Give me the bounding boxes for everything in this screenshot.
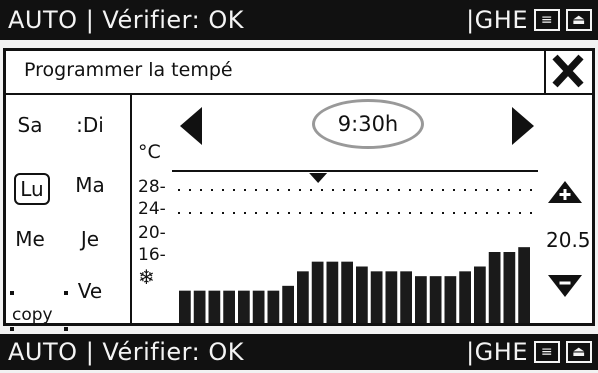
bar-hour-17: [429, 276, 442, 323]
panel-title: Programmer la tempé: [24, 59, 233, 81]
bar-hour-4: [238, 290, 250, 323]
bar-hour-18: [444, 276, 457, 323]
check-label: Vérifier: OK: [102, 6, 244, 34]
menu-icon[interactable]: ≡: [534, 341, 560, 363]
decrease-temp-button[interactable]: [548, 275, 582, 297]
day-me[interactable]: Me: [10, 227, 50, 251]
day-di[interactable]: :Di: [70, 113, 110, 137]
day-selector: Sa :Di Lu Ma Me Je copy Ve: [6, 95, 132, 331]
close-icon: [552, 54, 584, 88]
status-text-bottom: AUTO | Vérifier: OK: [8, 338, 244, 366]
day-sa[interactable]: Sa: [10, 113, 50, 137]
bar-hour-7: [282, 285, 294, 323]
home-icon[interactable]: ⏏: [566, 9, 592, 31]
separator: |: [85, 6, 95, 34]
setpoint-value: 20.5: [546, 228, 591, 252]
plot-svg: [172, 170, 538, 323]
check-label-bottom: Vérifier: OK: [102, 338, 244, 366]
mode-label: AUTO: [8, 6, 78, 34]
status-bar-bottom: AUTO | Vérifier: OK |GHE ≡ ⏏: [0, 334, 598, 370]
day-ve[interactable]: Ve: [70, 279, 110, 303]
bar-hour-8: [297, 271, 309, 323]
ghe-label: |GHE: [466, 6, 528, 34]
bar-hour-23: [518, 247, 530, 323]
time-marker-icon: [309, 173, 328, 183]
bar-hour-14: [385, 271, 398, 323]
copy-button[interactable]: copy: [10, 291, 68, 331]
day-lu[interactable]: Lu: [14, 173, 50, 205]
copy-label: copy: [12, 305, 53, 325]
bar-hour-0: [179, 290, 191, 323]
bar-hour-3: [223, 290, 235, 323]
panel-titlebar: Programmer la tempé: [6, 51, 592, 95]
bar-hour-9: [311, 261, 324, 323]
menu-icon[interactable]: ≡: [534, 9, 560, 31]
bar-hour-16: [415, 276, 427, 323]
close-button[interactable]: [544, 51, 592, 93]
bar-hour-2: [208, 290, 221, 323]
temperature-graph: 9:30h °C 28- 24- 20- 16- ❄ 0 2 4 6 8 10 …: [134, 95, 592, 373]
bar-hour-21: [488, 252, 501, 323]
day-je[interactable]: Je: [70, 227, 110, 251]
bar-hour-10: [326, 261, 339, 323]
status-text: AUTO | Vérifier: OK: [8, 6, 244, 34]
status-right-bottom: |GHE ≡ ⏏: [466, 338, 592, 366]
separator-bottom: |: [85, 338, 95, 366]
schedule-panel: Programmer la tempé Sa :Di Lu Ma Me Je c…: [3, 48, 595, 373]
bar-hour-22: [503, 252, 516, 323]
bar-hour-19: [459, 271, 471, 323]
mode-label-bottom: AUTO: [8, 338, 78, 366]
home-icon[interactable]: ⏏: [566, 341, 592, 363]
bar-hour-11: [341, 261, 353, 323]
bar-hour-12: [356, 266, 368, 323]
bar-hour-1: [193, 290, 206, 323]
bar-hour-20: [474, 266, 486, 323]
ghe-label-bottom: |GHE: [466, 338, 528, 366]
bar-hour-5: [252, 290, 265, 323]
bar-hour-6: [267, 290, 280, 323]
day-ma[interactable]: Ma: [70, 173, 110, 197]
bar-hour-15: [400, 271, 412, 323]
bar-hour-13: [370, 271, 383, 323]
status-right: |GHE ≡ ⏏: [466, 6, 592, 34]
status-bar-top: AUTO | Vérifier: OK |GHE ≡ ⏏: [0, 0, 598, 40]
increase-temp-button[interactable]: [548, 181, 582, 203]
